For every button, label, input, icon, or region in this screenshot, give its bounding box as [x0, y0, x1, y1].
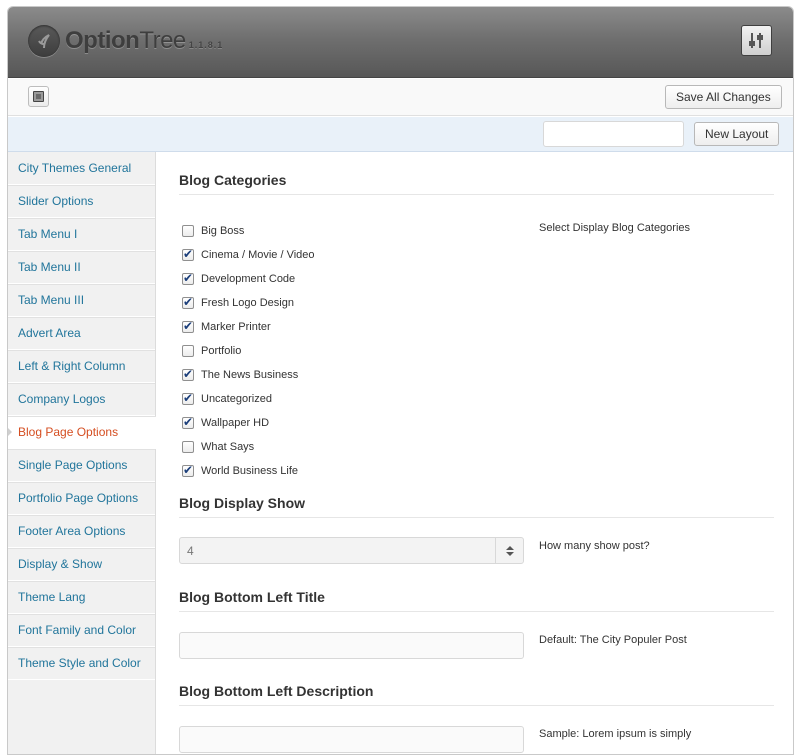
save-all-changes-button[interactable]: Save All Changes [665, 85, 782, 109]
category-option[interactable]: Uncategorized [182, 390, 272, 408]
leaf-icon [28, 25, 60, 57]
sidebar-item-slider-options[interactable]: Slider Options [8, 185, 155, 218]
category-checkbox[interactable] [182, 319, 194, 333]
sidebar-item-advert-area[interactable]: Advert Area [8, 317, 155, 350]
category-option[interactable]: What Says [182, 438, 254, 456]
sidebar-item-display-show[interactable]: Display & Show [8, 548, 155, 581]
category-option[interactable]: Fresh Logo Design [182, 294, 294, 312]
category-option[interactable]: Development Code [182, 270, 295, 288]
bottom-left-description-description: Sample: Lorem ipsum is simply [539, 728, 692, 740]
sidebar-item-tab-menu-ii[interactable]: Tab Menu II [8, 251, 155, 284]
sidebar-item-tab-menu-iii[interactable]: Tab Menu III [8, 284, 155, 317]
category-checkbox[interactable] [182, 225, 194, 237]
app-header: OptionTree 1.1.8.1 [8, 7, 793, 78]
sidebar-item-single-page-options[interactable]: Single Page Options [8, 449, 155, 482]
blog-categories-section: Blog Categories [179, 165, 774, 195]
sidebar-item-theme-style-color[interactable]: Theme Style and Color [8, 647, 155, 680]
sliders-icon [749, 33, 763, 48]
sidebar-item-left-right-column[interactable]: Left & Right Column [8, 350, 155, 383]
options-sidebar: City Themes General Slider Options Tab M… [8, 152, 156, 754]
select-arrows-icon [495, 538, 523, 563]
category-checkbox[interactable] [182, 295, 194, 309]
logo-wordmark: OptionTree [65, 27, 186, 54]
bottom-left-title-input[interactable] [179, 632, 524, 659]
select-value: 4 [187, 544, 194, 558]
sidebar-item-font-family-color[interactable]: Font Family and Color [8, 614, 155, 647]
category-option[interactable]: The News Business [182, 366, 298, 384]
category-option[interactable]: World Business Life [182, 462, 298, 480]
category-checkbox[interactable] [182, 247, 194, 261]
category-checkbox[interactable] [182, 391, 194, 405]
category-option[interactable]: Cinema / Movie / Video [182, 246, 315, 264]
blog-display-show-section: Blog Display Show [179, 488, 774, 518]
category-option[interactable]: Wallpaper HD [182, 414, 269, 432]
toolbar: Save All Changes [8, 79, 793, 116]
sidebar-item-company-logos[interactable]: Company Logos [8, 383, 155, 416]
display-show-description: How many show post? [539, 540, 650, 552]
layout-name-input[interactable] [543, 121, 684, 147]
category-option[interactable]: Marker Printer [182, 318, 271, 336]
sidebar-item-tab-menu-i[interactable]: Tab Menu I [8, 218, 155, 251]
sidebar-item-city-themes-general[interactable]: City Themes General [8, 152, 155, 185]
option-tree-panel: OptionTree 1.1.8.1 Save All Changes New … [7, 6, 794, 755]
bottom-left-title-description: Default: The City Populer Post [539, 634, 687, 646]
sidebar-item-footer-area-options[interactable]: Footer Area Options [8, 515, 155, 548]
section-title: Blog Display Show [179, 488, 774, 518]
section-title: Blog Bottom Left Title [179, 582, 774, 612]
settings-button[interactable] [741, 25, 772, 56]
category-checkbox[interactable] [182, 415, 194, 429]
section-title: Blog Bottom Left Description [179, 676, 774, 706]
sidebar-item-blog-page-options[interactable]: Blog Page Options [8, 416, 156, 449]
display-show-select[interactable]: 4 [179, 537, 524, 564]
version-label: 1.1.8.1 [188, 40, 224, 50]
bottom-left-description-section: Blog Bottom Left Description [179, 676, 774, 706]
section-title: Blog Categories [179, 165, 774, 195]
option-tree-logo: OptionTree 1.1.8.1 [28, 25, 223, 57]
layout-bar: New Layout [8, 117, 793, 152]
window-toggle-button[interactable] [28, 86, 49, 107]
category-checkbox[interactable] [182, 271, 194, 285]
sidebar-item-theme-lang[interactable]: Theme Lang [8, 581, 155, 614]
category-checkbox[interactable] [182, 367, 194, 381]
window-icon [33, 91, 44, 102]
category-checkbox[interactable] [182, 345, 194, 357]
bottom-left-title-section: Blog Bottom Left Title [179, 582, 774, 612]
category-option[interactable]: Portfolio [182, 342, 241, 360]
sidebar-item-portfolio-page-options[interactable]: Portfolio Page Options [8, 482, 155, 515]
blog-categories-description: Select Display Blog Categories [539, 222, 691, 234]
bottom-left-description-input[interactable] [179, 726, 524, 753]
new-layout-button[interactable]: New Layout [694, 122, 780, 146]
category-checkbox[interactable] [182, 463, 194, 477]
category-checkbox[interactable] [182, 441, 194, 453]
category-option[interactable]: Big Boss [182, 222, 244, 240]
